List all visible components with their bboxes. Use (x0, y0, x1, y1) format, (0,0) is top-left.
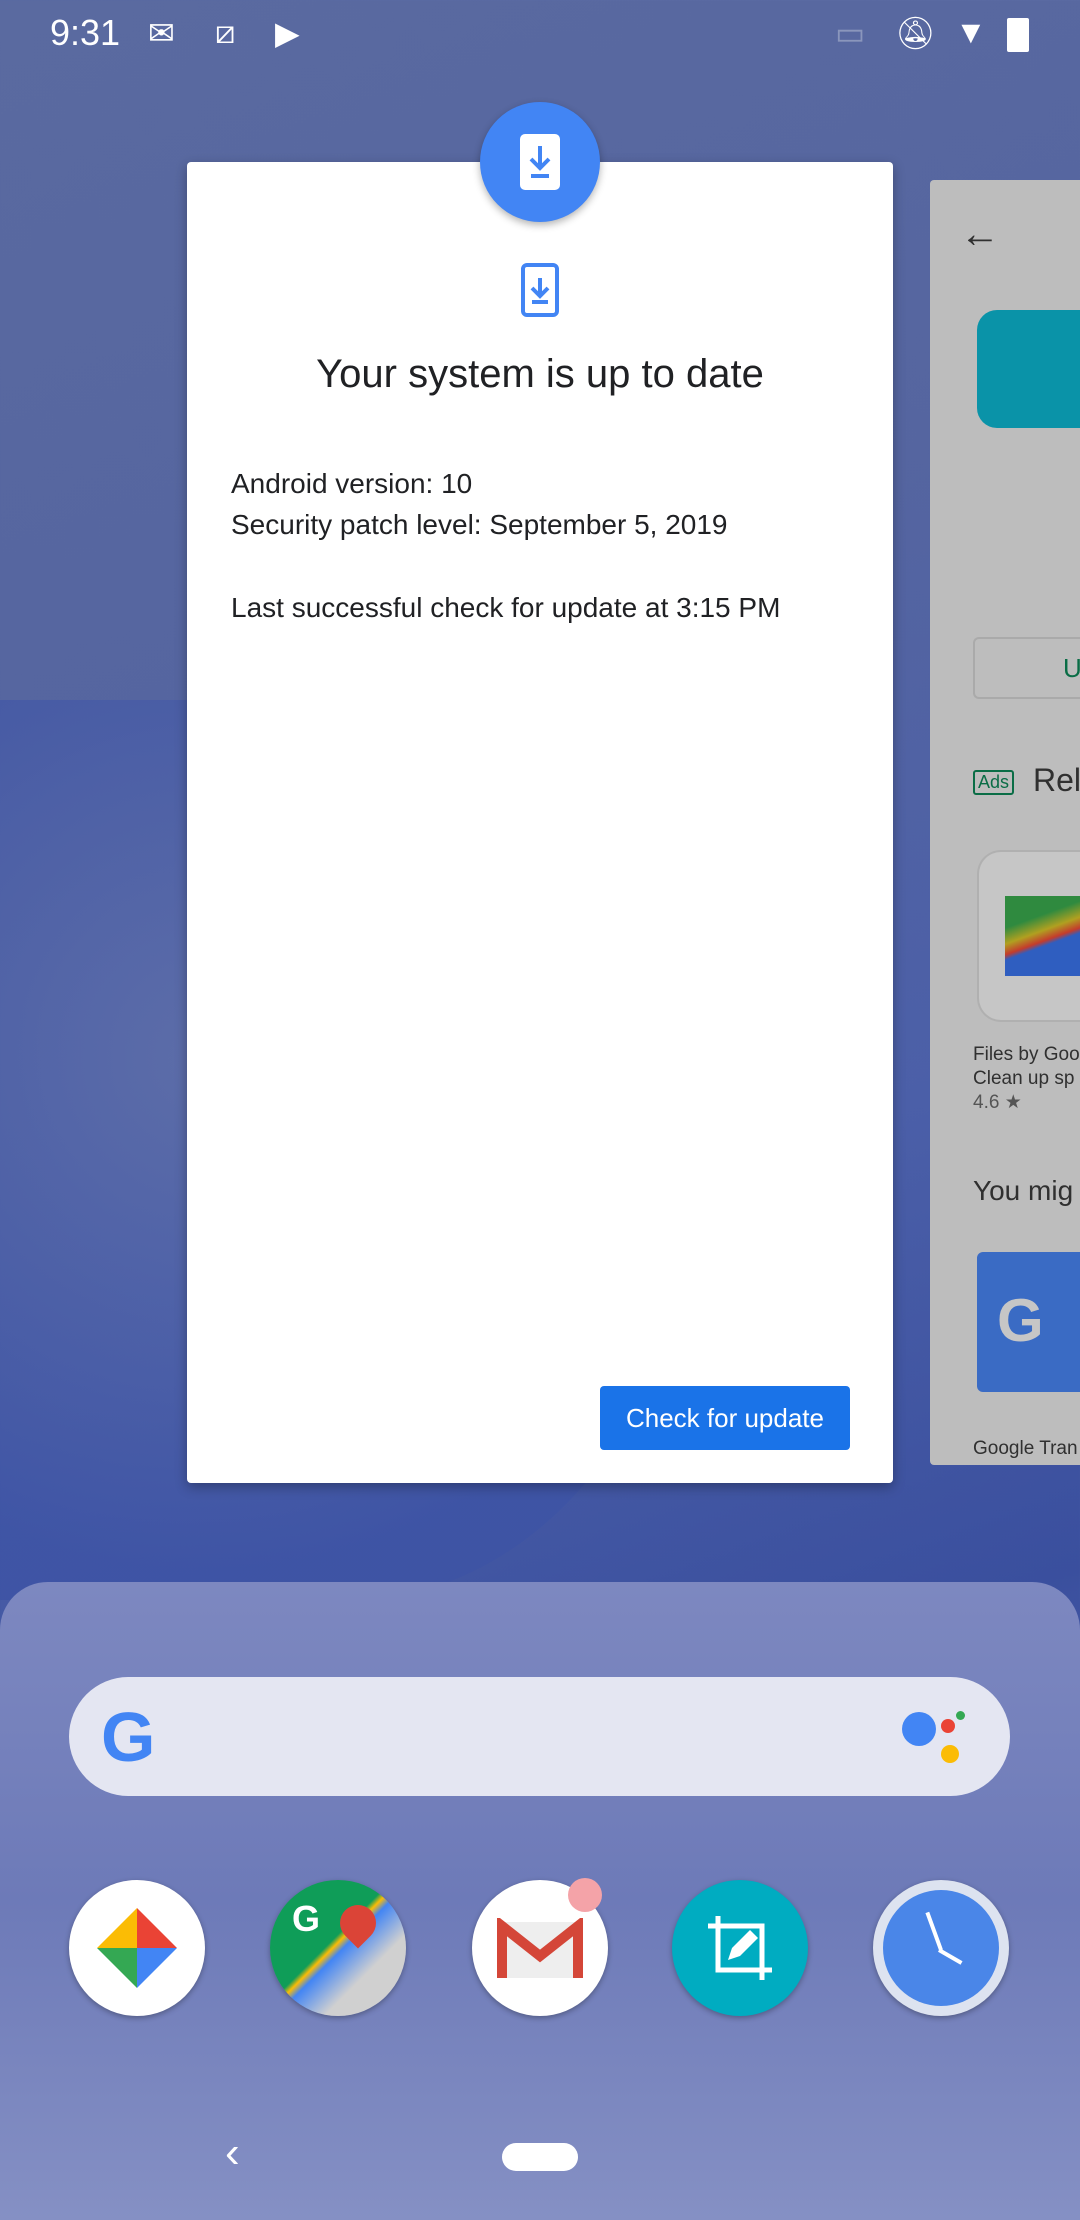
app-desc: Clean up sp (973, 1068, 1075, 1089)
last-check: Last successful check for update at 3:15… (231, 592, 781, 623)
assistant-icon[interactable] (902, 1712, 936, 1746)
phone-download-icon (520, 134, 560, 190)
section-title: You mig (973, 1175, 1074, 1206)
section-title: Rel (1033, 762, 1080, 798)
status-bar: 9:31 ✉ ⧄ ▶ ▭ 🔕︎ ▼ (0, 0, 1080, 66)
page-title: Your system is up to date (316, 352, 764, 396)
play-store-icon: ▶ (275, 15, 300, 51)
gmail-app-icon[interactable] (472, 1878, 608, 2016)
home-button[interactable] (502, 2143, 578, 2171)
google-logo-icon: G (101, 1698, 156, 1776)
maps-app-icon[interactable]: G (270, 1880, 406, 2016)
screenshot-edit-icon: ⧄ (215, 14, 236, 50)
files-app-icon[interactable] (977, 850, 1080, 1022)
system-update-app-icon[interactable] (480, 102, 600, 222)
notification-dot (568, 1878, 602, 1912)
app-name: Google Tran (973, 1438, 1078, 1459)
app-name: Files by Goo (973, 1044, 1080, 1065)
play-store-card[interactable]: ← U Ads Rel Files by Goo Clean up sp 4.6… (930, 180, 1080, 1465)
google-search-bar[interactable]: G (69, 1677, 1010, 1796)
back-button[interactable]: ‹ (225, 2128, 240, 2178)
check-for-update-button[interactable]: Check for update (600, 1386, 850, 1450)
security-patch: Security patch level: September 5, 2019 (231, 509, 728, 540)
translate-app-icon[interactable]: G (977, 1252, 1080, 1392)
bell-off-icon: 🔕︎ (895, 15, 936, 51)
screen-edit-app-icon[interactable] (672, 1880, 808, 2016)
cast-icon: ▭ (835, 15, 866, 51)
clock-time: 9:31 (50, 12, 121, 53)
system-update-card[interactable]: Your system is up to date Android versio… (187, 162, 893, 1483)
battery-icon (1007, 18, 1029, 52)
back-arrow-icon[interactable]: ← (960, 212, 1000, 257)
photos-app-icon[interactable] (69, 1880, 205, 2016)
android-version: Android version: 10 (231, 468, 473, 499)
gmail-icon: ✉ (148, 15, 175, 51)
clock-app-icon[interactable] (873, 1880, 1009, 2016)
ads-badge: Ads (973, 770, 1015, 795)
wifi-icon: ▼ (955, 14, 987, 50)
app-rating: 4.6 ★ (973, 1092, 1022, 1113)
update-button[interactable]: U (973, 637, 1080, 699)
phone-download-icon (521, 263, 559, 317)
app-icon (977, 310, 1080, 428)
